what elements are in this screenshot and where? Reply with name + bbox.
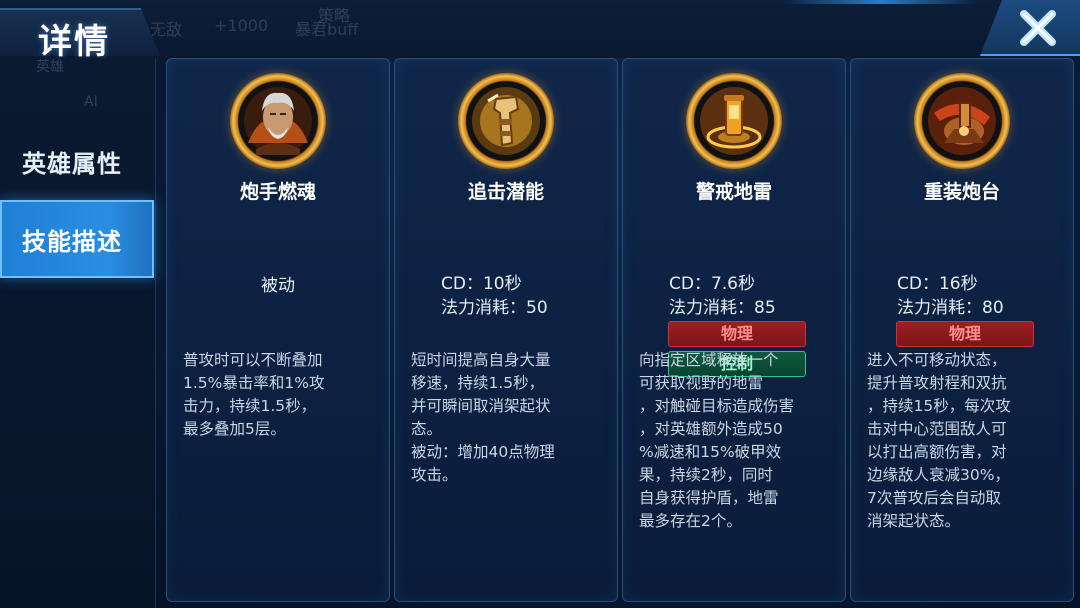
ghost-label: +1000 (214, 16, 269, 35)
skill-mana-cost: 法力消耗：80 (897, 298, 1004, 318)
skill-icon (914, 73, 1010, 169)
skill-description: 进入不可移动状态， 提升普攻射程和双抗 ，持续15秒，每次攻 击对中心范围敌人可… (867, 351, 1011, 530)
skill-description: 普攻时可以不断叠加 1.5%暴击率和1%攻 击力，持续1.5秒， 最多叠加5层。 (183, 351, 325, 438)
skill-name: 重装炮台 (923, 181, 1000, 203)
background-hud-ghost: 英雄 AI (0, 59, 156, 110)
sidebar: 英雄 AI 英雄属性 技能描述 (0, 58, 156, 608)
skill-card-2: 警戒地雷 CD：7.6秒 法力消耗：85 物理 控制 向指定区域释放一个 可获取… (622, 58, 846, 602)
sidebar-item-skill-description[interactable]: 技能描述 (0, 200, 154, 278)
top-bar: 无敌 +1000 策略 暴君buff 详情 (0, 0, 1080, 58)
heavy-turret-icon (928, 87, 996, 155)
mechanical-arm-icon (472, 87, 540, 155)
skill-card-3: 重装炮台 CD：16秒 法力消耗：80 物理 进入不可移动状态， 提升普攻射程和… (850, 58, 1074, 602)
close-button[interactable] (980, 0, 1080, 56)
skill-card-passive: 炮手燃魂 被动 普攻时可以不断叠加 1.5%暴击率和1%攻 击力，持续1.5秒，… (166, 58, 390, 602)
top-glow-line (780, 0, 980, 4)
skill-mana-cost: 法力消耗：85 (669, 298, 776, 318)
skill-mana-cost: 法力消耗：50 (441, 298, 548, 318)
background-hud-ghost: 无敌 +1000 策略 暴君buff (150, 0, 750, 58)
close-icon (1020, 10, 1056, 46)
skill-icon (686, 73, 782, 169)
skill-name: 追击潜能 (467, 181, 544, 203)
skill-description: 短时间提高自身大量 移速，持续1.5秒， 并可瞬间取消架起状 态。 被动：增加4… (411, 351, 555, 484)
ghost-label: 英雄 (36, 59, 64, 75)
skill-name: 警戒地雷 (695, 181, 772, 203)
skill-cooldown: CD：7.6秒 (669, 274, 755, 294)
physical-damage-tag: 物理 (896, 321, 1034, 347)
skill-name: 炮手燃魂 (239, 181, 316, 203)
skill-card-1: 追击潜能 CD：10秒 法力消耗：50 短时间提高自身大量 移速，持续1.5秒，… (394, 58, 618, 602)
ghost-label: AI (84, 94, 98, 110)
skill-cooldown: CD：10秒 (441, 274, 522, 294)
sidebar-item-hero-attributes[interactable]: 英雄属性 (0, 122, 154, 200)
skill-type-label: 被动 (261, 276, 295, 296)
skill-icon (230, 73, 326, 169)
gunner-portrait-icon (244, 87, 312, 155)
landmine-icon (700, 87, 768, 155)
skill-cooldown: CD：16秒 (897, 274, 978, 294)
page-title: 详情 (38, 22, 110, 58)
skill-icon (458, 73, 554, 169)
physical-damage-tag: 物理 (668, 321, 806, 347)
skill-description: 向指定区域释放一个 可获取视野的地雷 ，对触碰目标造成伤害 ，对英雄额外造成50… (639, 351, 795, 530)
ghost-label: 暴君buff (295, 20, 359, 39)
ghost-label: 无敌 (150, 20, 183, 39)
